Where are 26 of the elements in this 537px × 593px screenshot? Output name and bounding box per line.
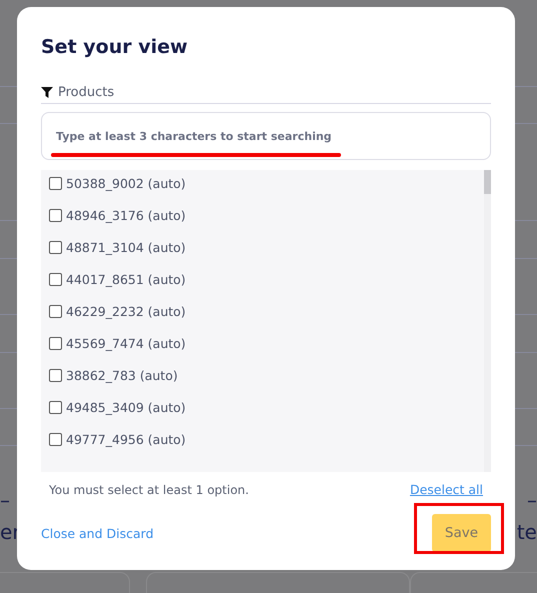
option-label[interactable]: 50388_9002 (auto): [66, 176, 186, 190]
option-label[interactable]: 48946_3176 (auto): [66, 208, 186, 222]
checkbox[interactable]: [49, 208, 62, 222]
scrollbar[interactable]: [484, 170, 491, 472]
checkbox[interactable]: [49, 432, 62, 446]
filter-label: Products: [58, 85, 114, 100]
checkbox[interactable]: [49, 368, 62, 382]
checkbox[interactable]: [49, 272, 62, 286]
search-field[interactable]: Type at least 3 characters to start searching: [41, 112, 491, 160]
option-label[interactable]: 49777_4956 (auto): [66, 432, 186, 446]
dash-text: –: [0, 490, 11, 510]
dash-text: –: [526, 490, 537, 510]
option-label[interactable]: 38862_783 (auto): [66, 368, 178, 382]
dialog-title: Set your view: [41, 35, 189, 60]
option-label[interactable]: 44017_8651 (auto): [66, 272, 186, 286]
option-label[interactable]: 46229_2232 (auto): [66, 304, 186, 318]
checkbox[interactable]: [49, 240, 62, 254]
option-label[interactable]: 48871_3104 (auto): [66, 240, 186, 254]
validation-message: You must select at least 1 option.: [49, 482, 249, 496]
background-text: te: [516, 522, 537, 542]
checkbox[interactable]: [49, 304, 62, 318]
option-label[interactable]: 45569_7474 (auto): [66, 336, 186, 350]
option-label[interactable]: 49485_3409 (auto): [66, 400, 186, 414]
checkbox[interactable]: [49, 400, 62, 414]
checkbox[interactable]: [49, 176, 62, 190]
checkbox[interactable]: [49, 336, 62, 350]
